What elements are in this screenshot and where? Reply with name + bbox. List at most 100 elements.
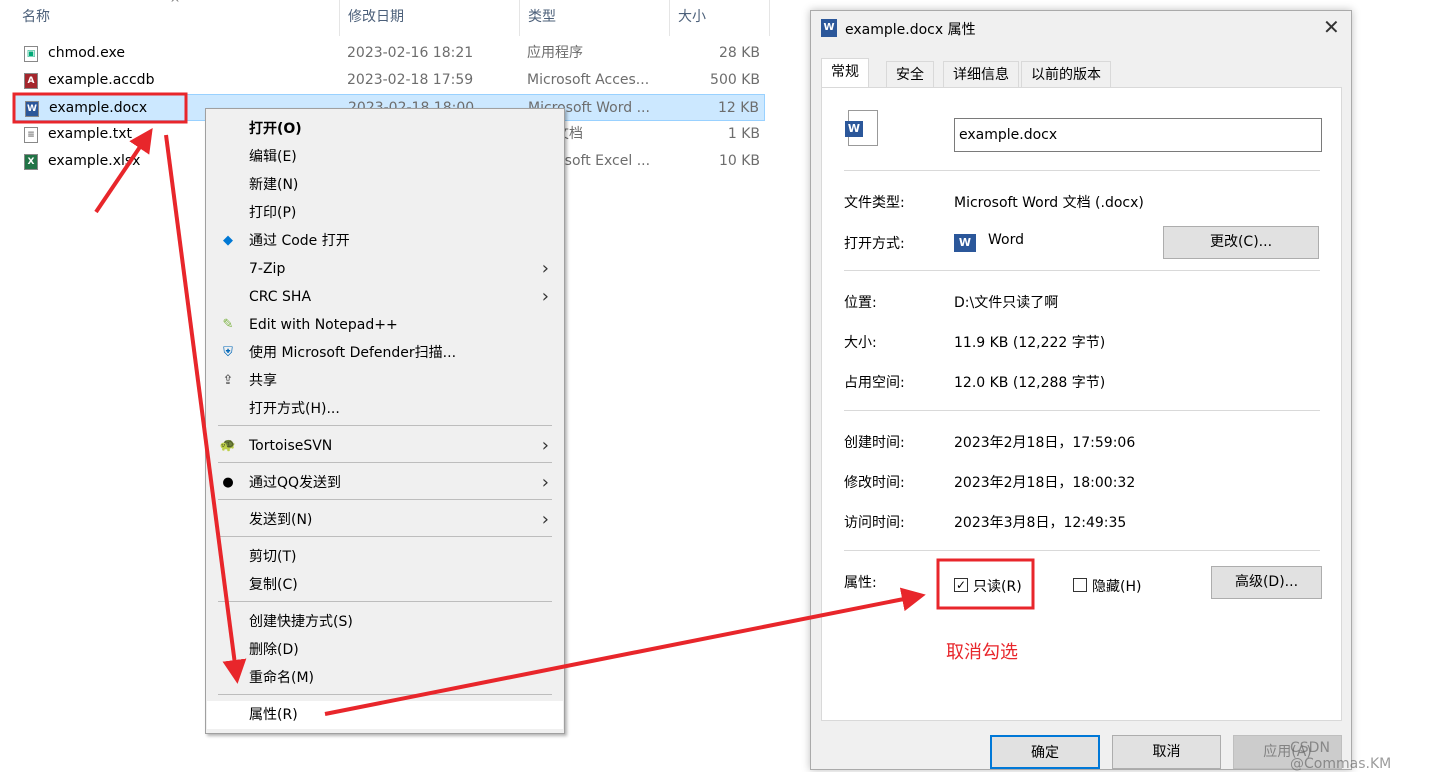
menu-item[interactable]: 7-Zip ›	[207, 255, 563, 283]
excel-icon: X	[24, 154, 38, 170]
share-icon: ⇪	[222, 373, 234, 388]
menu-item-label: 打开(O)	[249, 121, 302, 137]
menu-separator	[218, 499, 552, 500]
menu-item[interactable]: 重命名(M)	[207, 664, 563, 692]
column-label: 名称	[22, 9, 50, 25]
file-size: 1 KB	[727, 126, 760, 142]
divider	[844, 270, 1320, 271]
file-name: example.docx	[49, 100, 148, 116]
file-name: example.xlsx	[48, 153, 141, 169]
location-value: D:\文件只读了啊	[954, 295, 1059, 311]
menu-item-label: 编辑(E)	[249, 149, 297, 165]
column-header-date[interactable]: 修改日期	[340, 0, 520, 36]
tab-label: 安全	[896, 67, 924, 83]
chevron-right-icon: ›	[541, 258, 549, 279]
tab-general[interactable]: 常规	[821, 58, 869, 88]
size-value: 11.9 KB (12,222 字节)	[954, 335, 1106, 351]
chevron-right-icon: ›	[541, 509, 549, 530]
vscode-icon: ◆	[223, 233, 233, 248]
menu-item[interactable]: 新建(N)	[207, 171, 563, 199]
column-header-size[interactable]: 大小	[670, 0, 770, 36]
word-app-icon: W	[954, 234, 976, 252]
menu-item[interactable]: 🐢 TortoiseSVN ›	[207, 432, 563, 460]
menu-item-label: 通过 Code 打开	[249, 233, 350, 249]
menu-item[interactable]: ⇪ 共享	[207, 367, 563, 395]
docx-file-icon: W	[845, 110, 878, 146]
exe-icon: ▣	[24, 46, 38, 62]
cancel-button[interactable]: 取消	[1112, 735, 1221, 769]
menu-item-label: Edit with Notepad++	[249, 317, 398, 333]
file-size: 12 KB	[717, 100, 759, 116]
file-row[interactable]: ▣ chmod.exe 2023-02-16 18:21 应用程序 28 KB	[14, 40, 765, 67]
tab-label: 常规	[831, 64, 859, 80]
menu-item[interactable]: 打开方式(H)...	[207, 395, 563, 423]
menu-item[interactable]: ⛨ 使用 Microsoft Defender扫描...	[207, 339, 563, 367]
menu-separator	[218, 601, 552, 602]
menu-item[interactable]: ● 通过QQ发送到 ›	[207, 469, 563, 497]
divider	[844, 550, 1320, 551]
qq-icon: ●	[222, 475, 234, 490]
menu-separator	[218, 425, 552, 426]
sort-ascending-icon: ^	[170, 0, 181, 10]
menu-item[interactable]: 剪切(T)	[207, 543, 563, 571]
tab-security[interactable]: 安全	[886, 61, 934, 88]
menu-separator	[218, 694, 552, 695]
column-header-type[interactable]: 类型	[520, 0, 670, 36]
tab-details[interactable]: 详细信息	[943, 61, 1019, 88]
tab-label: 以前的版本	[1031, 67, 1101, 83]
menu-separator	[218, 536, 552, 537]
menu-item-label: 使用 Microsoft Defender扫描...	[249, 345, 457, 361]
readonly-label[interactable]: 只读(R)	[973, 576, 1022, 596]
menu-item-label: 重命名(M)	[249, 670, 315, 686]
file-name: chmod.exe	[48, 45, 125, 61]
menu-item-label: 复制(C)	[249, 577, 298, 593]
advanced-button[interactable]: 高级(D)...	[1211, 566, 1322, 599]
menu-item-label: 创建快捷方式(S)	[249, 614, 353, 630]
menu-item[interactable]: ◆ 通过 Code 打开	[207, 227, 563, 255]
readonly-checkbox[interactable]: ✓	[954, 578, 968, 592]
menu-item-label: 属性(R)	[249, 707, 298, 723]
menu-item-label: 剪切(T)	[249, 549, 297, 565]
context-menu: 打开(O) 编辑(E) 新建(N) 打印(P) ◆ 通过 Code 打开 7-Zip › CRC…	[205, 108, 565, 734]
chevron-right-icon: ›	[541, 435, 549, 456]
menu-item[interactable]: ✎ Edit with Notepad++	[207, 311, 563, 339]
disk-size-value: 12.0 KB (12,288 字节)	[954, 375, 1106, 391]
dialog-title: example.docx 属性	[845, 22, 976, 38]
menu-item[interactable]: 属性(R)	[207, 701, 563, 729]
tab-previous-versions[interactable]: 以前的版本	[1021, 61, 1111, 88]
hidden-checkbox[interactable]	[1073, 578, 1087, 592]
file-row[interactable]: A example.accdb 2023-02-18 17:59 Microso…	[14, 67, 765, 94]
menu-item[interactable]: 复制(C)	[207, 571, 563, 599]
file-size: 28 KB	[718, 45, 760, 61]
menu-item-label: 删除(D)	[249, 642, 299, 658]
access-icon: A	[24, 73, 38, 89]
menu-item[interactable]: 打开(O)	[207, 115, 563, 143]
menu-item-label: 打印(P)	[249, 205, 297, 221]
size-label: 大小:	[844, 335, 877, 351]
word-icon: W	[821, 19, 837, 37]
word-icon: W	[25, 101, 39, 117]
close-icon[interactable]: ✕	[1323, 15, 1340, 39]
menu-item[interactable]: CRC SHA ›	[207, 283, 563, 311]
divider	[844, 410, 1320, 411]
attributes-label: 属性:	[844, 575, 877, 591]
tab-label: 详细信息	[953, 67, 1009, 83]
file-size: 500 KB	[710, 72, 760, 88]
change-button[interactable]: 更改(C)...	[1163, 226, 1319, 259]
created-value: 2023年2月18日，17:59:06	[954, 435, 1136, 451]
menu-item-label: 新建(N)	[249, 177, 299, 193]
text-icon: ≡	[24, 127, 38, 143]
ok-button[interactable]: 确定	[990, 735, 1100, 769]
hidden-label[interactable]: 隐藏(H)	[1092, 576, 1141, 596]
file-date: 2023-02-18 17:59	[347, 72, 474, 88]
notepadpp-icon: ✎	[222, 317, 234, 332]
menu-item-label: 发送到(N)	[249, 512, 313, 528]
menu-item[interactable]: 打印(P)	[207, 199, 563, 227]
menu-item[interactable]: 创建快捷方式(S)	[207, 608, 563, 636]
annotation-text: 取消勾选	[946, 642, 1018, 663]
filename-input[interactable]	[954, 118, 1322, 152]
open-with-value: Word	[988, 232, 1024, 248]
menu-item[interactable]: 发送到(N) ›	[207, 506, 563, 534]
menu-item[interactable]: 删除(D)	[207, 636, 563, 664]
menu-item[interactable]: 编辑(E)	[207, 143, 563, 171]
